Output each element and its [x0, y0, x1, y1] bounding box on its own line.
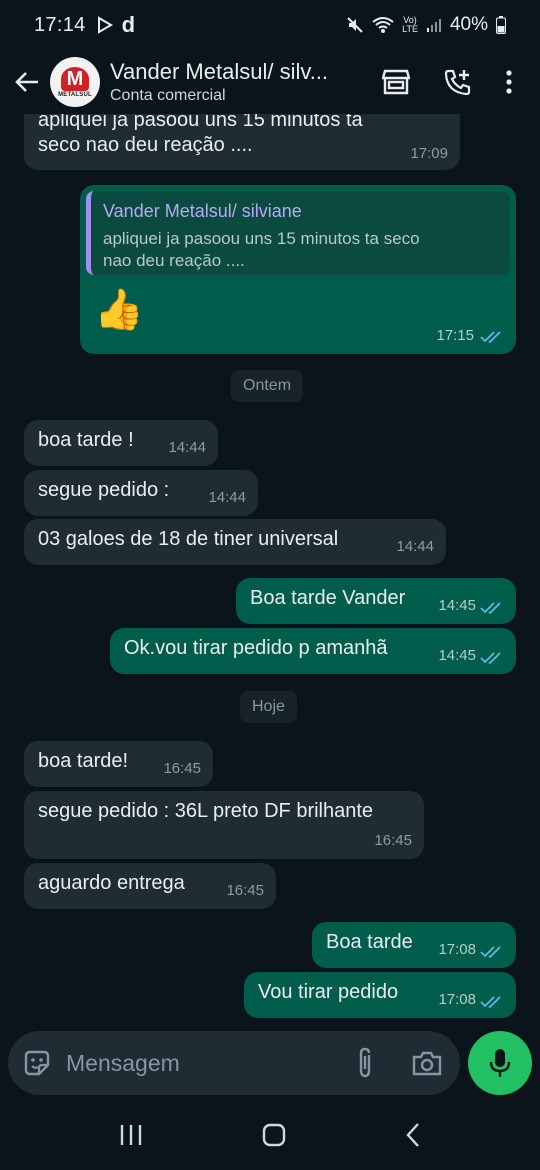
- message-time: 17:15: [436, 327, 474, 344]
- back-button[interactable]: [12, 67, 42, 97]
- volte-bottom: LTE: [402, 24, 418, 34]
- message-time: 17:09: [410, 145, 448, 162]
- message-text: boa tarde !: [38, 429, 134, 451]
- quoted-text: apliquei ja pasoou uns 15 minutos ta sec…: [103, 229, 420, 248]
- message-outgoing[interactable]: Boa tarde Vander 14:45: [236, 578, 516, 624]
- status-bar: 17:14 d Vo) LTE 40%: [0, 0, 540, 50]
- message-incoming[interactable]: aguardo entrega 16:45: [24, 863, 276, 909]
- signal-icon: [426, 19, 441, 32]
- sticker-icon[interactable]: [22, 1048, 52, 1078]
- more-options-icon[interactable]: [506, 70, 512, 94]
- back-nav-icon[interactable]: [405, 1122, 421, 1148]
- message-outgoing-reply[interactable]: Vander Metalsul/ silviane apliquei ja pa…: [80, 185, 516, 354]
- message-text: seco nao deu reação ....: [38, 134, 253, 156]
- message-incoming[interactable]: segue pedido : 36L preto DF brilhante 16…: [24, 791, 424, 859]
- message-time: 17:08: [438, 941, 476, 958]
- message-time: 14:44: [168, 439, 206, 456]
- message-incoming[interactable]: segue pedido : 14:44: [24, 470, 258, 516]
- read-ticks-icon: [480, 652, 501, 665]
- add-call-icon[interactable]: [444, 68, 472, 96]
- message-time: 14:44: [396, 538, 434, 555]
- message-list[interactable]: apliquei ja pasoou uns 15 minutos ta sec…: [0, 114, 540, 1024]
- message-time: 16:45: [226, 882, 264, 899]
- message-outgoing[interactable]: Ok.vou tirar pedido p amanhã 14:45: [110, 628, 516, 674]
- message-text: aguardo entrega: [38, 872, 185, 894]
- thumbs-up-emoji: 👍: [94, 288, 144, 332]
- message-text: segue pedido : 36L preto DF brilhante: [38, 800, 374, 822]
- avatar[interactable]: M METALSUL: [50, 57, 100, 107]
- mute-icon: [347, 17, 363, 33]
- read-ticks-icon: [480, 602, 501, 615]
- battery-percent: 40%: [449, 14, 488, 35]
- message-time: 17:08: [438, 991, 476, 1008]
- date-separator: Ontem: [231, 370, 304, 402]
- attach-icon[interactable]: [354, 1047, 376, 1079]
- message-text: boa tarde!: [38, 750, 129, 772]
- read-ticks-icon: [480, 331, 501, 344]
- message-text: Boa tarde: [326, 931, 413, 953]
- message-time: 16:45: [163, 760, 201, 777]
- d-app-icon: d: [121, 12, 136, 37]
- status-time: 17:14: [34, 13, 86, 36]
- message-composer: Mensagem: [8, 1031, 460, 1095]
- play-store-icon: [97, 16, 113, 34]
- avatar-brand-text: METALSUL: [58, 91, 92, 98]
- camera-icon[interactable]: [412, 1050, 442, 1076]
- home-icon[interactable]: [262, 1123, 286, 1147]
- system-nav-bar: [0, 1100, 540, 1170]
- quoted-message[interactable]: Vander Metalsul/ silviane apliquei ja pa…: [86, 191, 510, 275]
- message-outgoing[interactable]: Boa tarde 17:08: [312, 922, 516, 968]
- volte-icon: Vo) LTE: [402, 16, 418, 34]
- battery-icon: [496, 16, 506, 34]
- message-text: Vou tirar pedido: [258, 981, 399, 1003]
- message-incoming[interactable]: boa tarde! 16:45: [24, 741, 213, 787]
- message-time: 14:45: [438, 647, 476, 664]
- message-text: Ok.vou tirar pedido p amanhã: [124, 637, 388, 659]
- date-separator: Hoje: [240, 691, 297, 723]
- message-time: 14:45: [438, 597, 476, 614]
- wifi-icon: [372, 17, 394, 33]
- contact-name: Vander Metalsul/ silv...: [110, 59, 329, 84]
- message-text: segue pedido :: [38, 479, 170, 501]
- message-time: 16:45: [374, 832, 412, 849]
- recent-apps-icon[interactable]: [119, 1124, 143, 1146]
- read-ticks-icon: [480, 946, 501, 959]
- message-text: apliquei ja pasoou uns 15 minutos ta: [38, 114, 363, 131]
- contact-subtitle: Conta comercial: [110, 87, 226, 104]
- store-icon[interactable]: [382, 69, 410, 95]
- metalsul-logo: M: [61, 66, 89, 91]
- message-text: Boa tarde Vander: [250, 587, 406, 609]
- message-incoming[interactable]: boa tarde ! 14:44: [24, 420, 218, 466]
- message-incoming[interactable]: apliquei ja pasoou uns 15 minutos ta sec…: [24, 114, 460, 170]
- message-text: 03 galoes de 18 de tiner universal: [38, 528, 339, 550]
- quoted-sender: Vander Metalsul/ silviane: [103, 201, 302, 221]
- read-ticks-icon: [480, 996, 501, 1009]
- contact-info[interactable]: Vander Metalsul/ silv... Conta comercial: [110, 59, 360, 105]
- chat-header: M METALSUL Vander Metalsul/ silv... Cont…: [0, 50, 540, 114]
- back-arrow-icon: [15, 72, 38, 92]
- message-time: 14:44: [208, 489, 246, 506]
- microphone-icon: [489, 1049, 511, 1077]
- message-input[interactable]: Mensagem: [66, 1050, 354, 1077]
- message-incoming[interactable]: 03 galoes de 18 de tiner universal 14:44: [24, 519, 446, 565]
- message-outgoing[interactable]: Vou tirar pedido 17:08: [244, 972, 516, 1018]
- quoted-text: nao deu reação ....: [103, 251, 245, 270]
- voice-message-button[interactable]: [468, 1031, 532, 1095]
